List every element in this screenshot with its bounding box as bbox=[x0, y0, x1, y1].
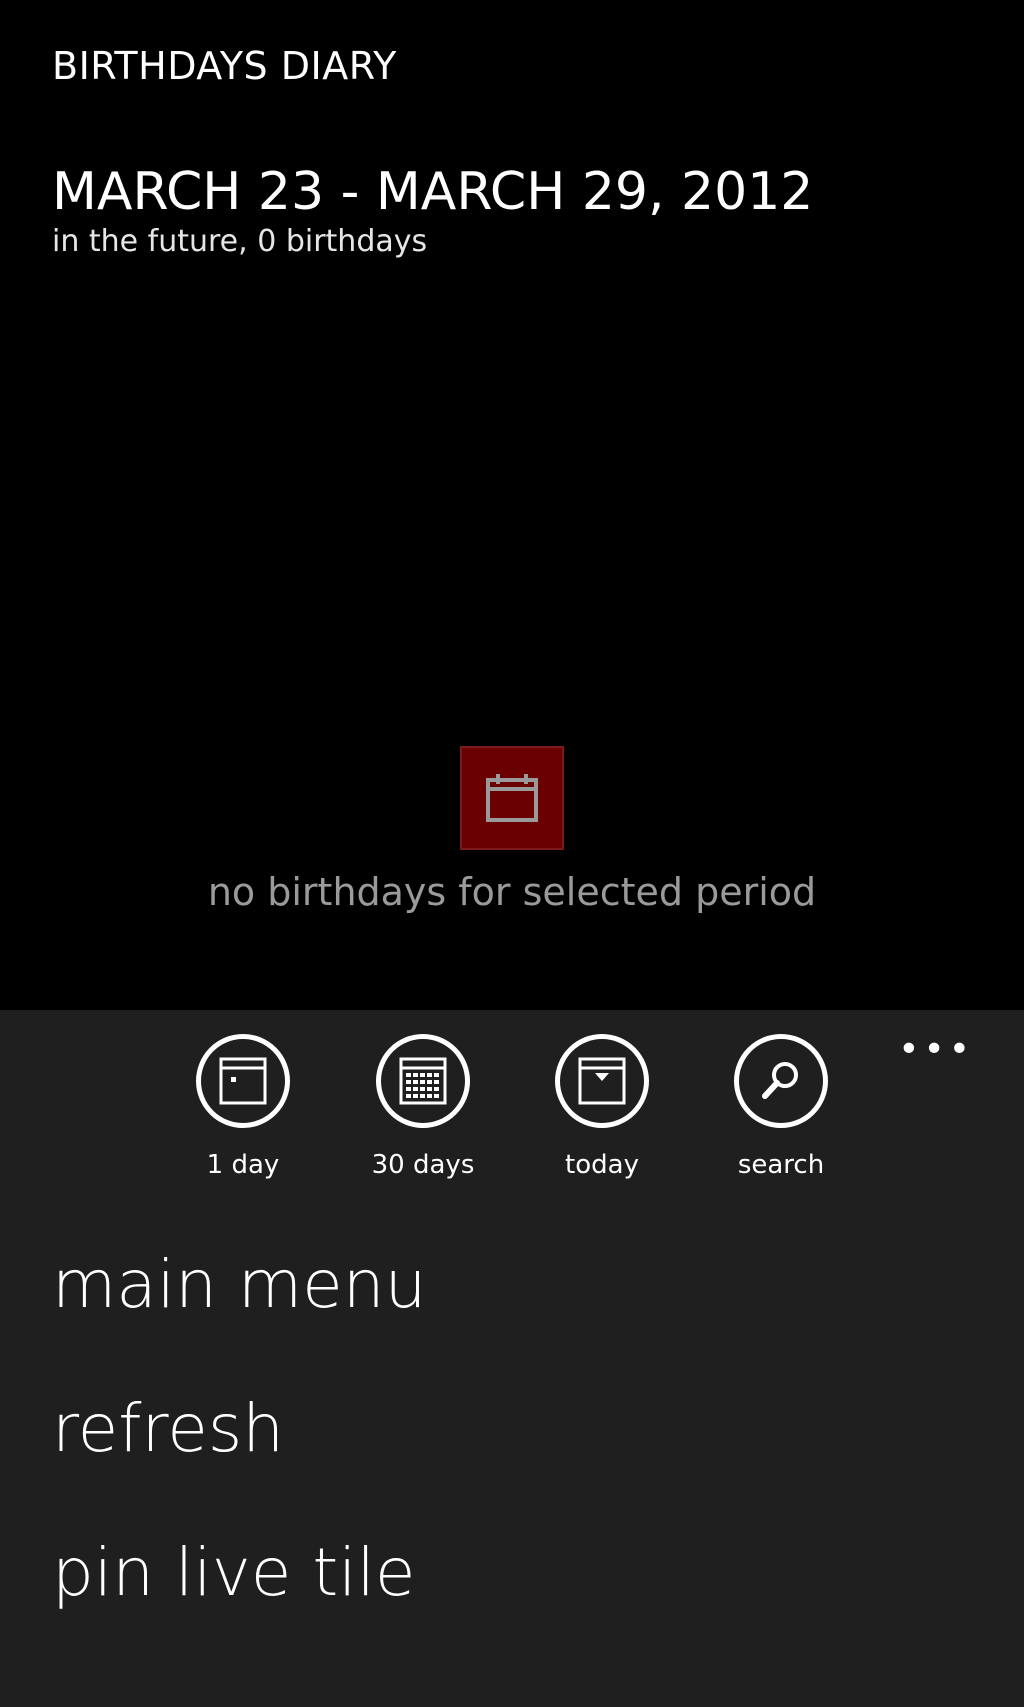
search-label: search bbox=[737, 1150, 825, 1180]
calendar-icon bbox=[460, 746, 564, 850]
search-icon bbox=[734, 1034, 828, 1128]
month-calendar-icon bbox=[376, 1034, 470, 1128]
one-day-calendar-icon bbox=[196, 1034, 290, 1128]
empty-message: no birthdays for selected period bbox=[207, 870, 817, 914]
menu-item-main-menu[interactable]: main menu bbox=[52, 1246, 426, 1323]
search-button[interactable]: search bbox=[706, 1034, 856, 1180]
more-options-button[interactable]: ••• bbox=[898, 1032, 974, 1068]
today-label: today bbox=[565, 1150, 639, 1180]
today-button[interactable]: today bbox=[527, 1034, 677, 1180]
today-calendar-icon bbox=[555, 1034, 649, 1128]
thirty-days-button[interactable]: 30 days bbox=[348, 1034, 498, 1180]
period-title: MARCH 23 - MARCH 29, 2012 bbox=[52, 162, 814, 222]
menu-item-pin-live-tile[interactable]: pin live tile bbox=[52, 1534, 416, 1611]
period-subtitle: in the future, 0 birthdays bbox=[52, 224, 428, 259]
one-day-label: 1 day bbox=[206, 1150, 280, 1180]
menu-item-refresh[interactable]: refresh bbox=[52, 1390, 284, 1467]
application-bar: ••• 1 day 30 days today search main menu… bbox=[0, 1010, 1024, 1707]
empty-state: no birthdays for selected period bbox=[0, 746, 1024, 914]
thirty-days-label: 30 days bbox=[371, 1150, 475, 1180]
app-title: BIRTHDAYS DIARY bbox=[52, 44, 397, 88]
one-day-button[interactable]: 1 day bbox=[168, 1034, 318, 1180]
